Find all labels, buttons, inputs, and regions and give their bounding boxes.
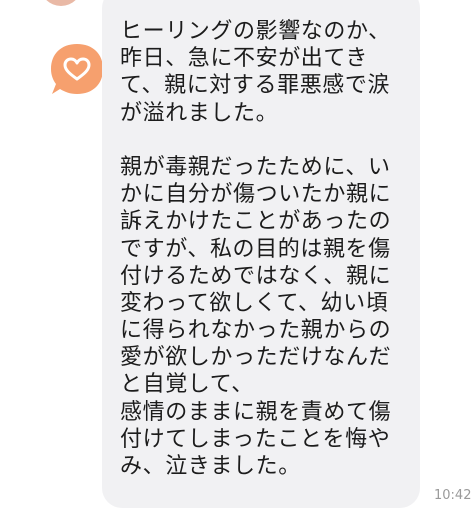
message-bubble[interactable]: ヒーリングの影響なのか、 昨日、急に不安が出てき て、親に対する罪悪感で涙 が溢… bbox=[102, 0, 420, 508]
message-line: ですが、私の目的は親を傷 bbox=[120, 236, 391, 262]
message-line: 感情のままに親を責めて傷 bbox=[120, 399, 392, 425]
message-line: 付けるためではなく、親に bbox=[120, 263, 392, 289]
message-line: に得られなかった親からの bbox=[120, 318, 392, 344]
message-line: 訴えかけたことがあったの bbox=[120, 209, 392, 235]
message-line: 変わって欲しくて、幼い頃 bbox=[120, 290, 389, 316]
message-line: 昨日、急に不安が出てき bbox=[120, 46, 368, 72]
message-line: 親が毒親だったために、い bbox=[120, 154, 391, 180]
message-line: ヒーリングの影響なのか、 bbox=[120, 19, 391, 44]
message-timestamp: 10:42 bbox=[434, 488, 472, 503]
message-line: 付けてしまったことを悔や bbox=[120, 426, 391, 452]
heart-avatar-icon bbox=[51, 44, 103, 94]
message-line: が溢れました。 bbox=[120, 100, 279, 126]
message-line: かに自分が傷ついたか親に bbox=[120, 182, 392, 208]
message-line: て、親に対する罪悪感で涙 bbox=[120, 73, 391, 99]
previous-message-avatar bbox=[40, 0, 82, 6]
message-line-blank bbox=[120, 127, 420, 154]
message-line: と自覚して、 bbox=[120, 372, 254, 398]
message-line: 愛が欲しかっただけなんだ bbox=[120, 345, 392, 371]
message-line: み、泣きました。 bbox=[120, 454, 301, 479]
